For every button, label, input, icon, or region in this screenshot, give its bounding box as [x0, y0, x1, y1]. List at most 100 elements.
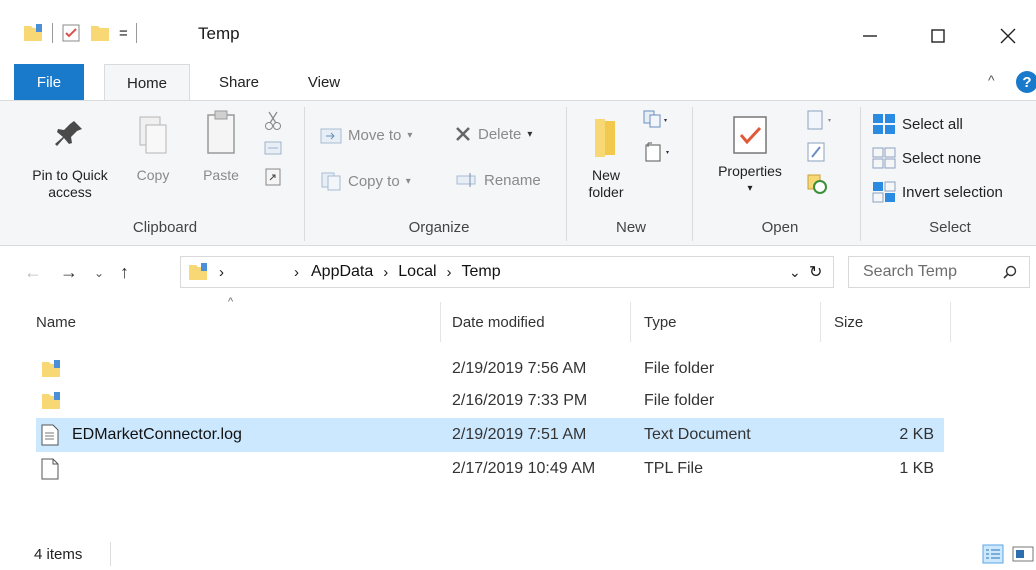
forward-arrow-icon[interactable]: → — [60, 262, 78, 283]
copy-button[interactable]: Copy — [130, 115, 176, 184]
search-box[interactable]: Search Temp — [848, 256, 1030, 288]
tab-file[interactable]: File — [14, 64, 84, 100]
chevron-down-icon: ▾ — [747, 183, 753, 194]
close-button[interactable] — [984, 16, 1032, 56]
file-row[interactable]: 2/16/2019 7:33 PM File folder — [36, 384, 944, 418]
breadcrumb-separator[interactable]: › — [219, 264, 224, 281]
new-item-icon[interactable] — [642, 109, 670, 131]
title-bar: = Temp — [0, 0, 1036, 64]
address-bar[interactable]: › › AppData › Local › Temp ⌄ ↻ — [180, 256, 834, 288]
large-icons-view-icon[interactable] — [1012, 544, 1034, 564]
open-group-label: Open — [761, 219, 799, 236]
refresh-icon[interactable]: ↻ — [809, 262, 822, 282]
open-icon[interactable] — [806, 109, 836, 131]
move-to-button[interactable]: Move to ▾ — [320, 125, 412, 145]
divider — [860, 107, 861, 241]
tab-view[interactable]: View — [294, 64, 354, 100]
cut-icon[interactable] — [264, 111, 282, 131]
file-name: EDMarketConnector.log — [72, 426, 242, 443]
recent-locations-icon[interactable]: ⌄ — [94, 266, 104, 280]
file-icon — [41, 458, 59, 480]
new-folder-button[interactable]: New folder — [578, 113, 634, 201]
divider[interactable] — [820, 302, 821, 342]
invert-selection-button[interactable]: Invert selection — [872, 181, 1003, 203]
delete-label: Delete — [478, 125, 522, 143]
tab-share[interactable]: Share — [202, 64, 276, 100]
file-type: File folder — [644, 392, 715, 409]
file-size: 2 KB — [899, 426, 934, 443]
folder-icon — [189, 263, 207, 280]
breadcrumb-separator[interactable]: › — [294, 264, 299, 281]
select-all-button[interactable]: Select all — [872, 113, 963, 135]
copy-to-label: Copy to — [348, 172, 400, 190]
help-icon[interactable]: ? — [1016, 71, 1036, 93]
edit-icon[interactable] — [806, 141, 826, 163]
divider[interactable] — [950, 302, 951, 342]
history-icon[interactable] — [806, 173, 828, 195]
move-to-icon — [320, 128, 342, 144]
new-folder-label-line2: folder — [588, 184, 624, 200]
divider — [135, 23, 137, 43]
up-arrow-icon[interactable]: ↑ — [120, 262, 129, 283]
breadcrumb-appdata[interactable]: AppData — [311, 263, 373, 281]
properties-icon[interactable] — [61, 23, 81, 43]
select-none-button[interactable]: Select none — [872, 147, 981, 169]
column-header-date[interactable]: Date modified — [452, 302, 545, 342]
copy-to-icon — [321, 172, 341, 191]
new-folder-icon — [595, 119, 615, 157]
file-size — [834, 352, 934, 386]
minimize-button[interactable] — [846, 16, 894, 56]
file-type: Text Document — [644, 426, 751, 443]
maximize-icon — [931, 29, 945, 43]
chevron-down-icon[interactable]: ⌄ — [789, 264, 801, 281]
breadcrumb-separator[interactable]: › — [383, 264, 388, 281]
rename-icon — [456, 173, 476, 187]
copy-path-icon[interactable] — [264, 141, 282, 155]
easy-access-icon[interactable] — [644, 141, 672, 163]
divider[interactable] — [630, 302, 631, 342]
qat-customize-dropdown[interactable]: = — [119, 25, 128, 42]
chevron-down-icon: ▾ — [527, 128, 533, 140]
ribbon-tabs: File Home Share View ^ ? — [0, 64, 1036, 101]
copy-icon — [139, 116, 167, 154]
new-folder-icon[interactable] — [89, 22, 111, 44]
chevron-down-icon: ▾ — [405, 175, 411, 187]
file-row[interactable]: EDMarketConnector.log 2/19/2019 7:51 AM … — [36, 418, 944, 452]
rename-button[interactable]: Rename — [456, 171, 541, 189]
breadcrumb-local[interactable]: Local — [398, 263, 436, 281]
move-to-label: Move to — [348, 126, 402, 144]
item-count: 4 items — [34, 546, 83, 563]
ribbon: Pin to Quick access Copy Paste Clipboard… — [0, 100, 1036, 246]
pin-label-line1: Pin to Quick — [32, 167, 108, 183]
column-header-type[interactable]: Type — [644, 302, 677, 342]
invert-selection-label: Invert selection — [902, 183, 1003, 201]
collapse-ribbon-icon[interactable]: ^ — [988, 72, 995, 88]
divider[interactable] — [440, 302, 441, 342]
maximize-button[interactable] — [914, 16, 962, 56]
quick-access-toolbar: = — [22, 22, 137, 44]
delete-button[interactable]: Delete ▾ — [454, 125, 532, 143]
copy-to-button[interactable]: Copy to ▾ — [320, 171, 411, 191]
column-header-size[interactable]: Size — [834, 302, 863, 342]
breadcrumb-temp[interactable]: Temp — [462, 263, 501, 281]
properties-button[interactable]: Properties ▾ — [704, 113, 796, 197]
file-row[interactable]: 2/17/2019 10:49 AM TPL File 1 KB — [36, 452, 944, 486]
paste-label: Paste — [203, 167, 239, 183]
divider — [692, 107, 693, 241]
tab-home[interactable]: Home — [104, 64, 190, 101]
select-none-icon — [872, 147, 896, 169]
details-view-icon[interactable] — [982, 544, 1004, 564]
file-row[interactable]: 2/19/2019 7:56 AM File folder — [36, 352, 944, 386]
breadcrumb-separator[interactable]: › — [447, 264, 452, 281]
folder-icon — [42, 392, 60, 409]
navigation-bar: ← → ⌄ ↑ › › AppData › Local › Temp ⌄ ↻ S… — [0, 246, 1036, 298]
pin-to-quick-access-button[interactable]: Pin to Quick access — [20, 115, 120, 201]
back-arrow-icon[interactable]: ← — [24, 262, 42, 283]
select-group-label: Select — [929, 219, 971, 236]
paste-button[interactable]: Paste — [196, 109, 246, 184]
column-header-name[interactable]: Name — [36, 302, 76, 342]
new-group-label: New — [615, 219, 646, 236]
close-icon — [1000, 28, 1016, 44]
paste-shortcut-icon[interactable] — [264, 167, 282, 187]
properties-icon — [733, 116, 767, 154]
